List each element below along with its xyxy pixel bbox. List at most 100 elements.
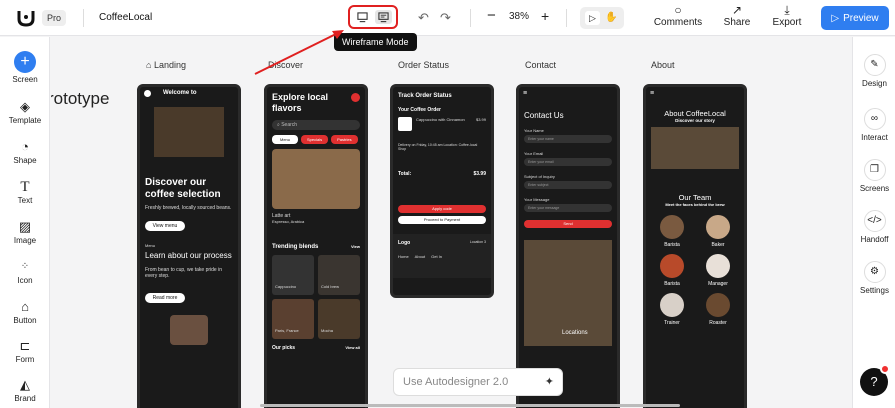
preview-label: Preview	[843, 12, 879, 24]
divider	[470, 9, 471, 27]
redo-icon[interactable]: ↷	[440, 10, 451, 26]
export-button[interactable]: ⤓ Export	[770, 4, 804, 28]
trending-card[interactable]: Mocha	[318, 299, 360, 339]
rightbar-item-screens[interactable]: ❐ Screens	[853, 159, 895, 193]
sidebar-item-image[interactable]: ▨ Image	[0, 220, 50, 246]
horizontal-scrollbar[interactable]	[260, 404, 680, 407]
team-member[interactable]: Trainer	[651, 293, 693, 326]
sparkle-icon[interactable]: ✦	[545, 375, 554, 388]
footer-link[interactable]: Home	[398, 254, 409, 259]
profile-dot-icon[interactable]	[351, 93, 360, 102]
name-field[interactable]: Enter your name	[524, 135, 612, 143]
view-mode-toggle	[348, 5, 398, 29]
chip-specials[interactable]: Specials	[301, 135, 329, 144]
sidebar-item-template[interactable]: ◈ Template	[0, 100, 50, 126]
team-member[interactable]: Manager	[697, 254, 739, 287]
screen-label-contact[interactable]: Contact	[525, 60, 556, 70]
apply-code-button[interactable]: Apply code	[398, 205, 486, 213]
footer-link[interactable]: About	[415, 254, 425, 259]
sidebar-item-button[interactable]: ⌂ Button	[0, 300, 50, 326]
email-field[interactable]: Enter your email	[524, 158, 612, 166]
rightbar-item-settings[interactable]: ⚙ Settings	[853, 261, 895, 295]
notification-dot	[880, 364, 890, 374]
search-input[interactable]: ⌕ Search	[272, 120, 360, 130]
subject-field[interactable]: Enter subject	[524, 181, 612, 189]
member-role: Baker	[711, 242, 725, 248]
screen-discover[interactable]: Explore local flavors ⌕ Search Menu Spec…	[264, 84, 368, 408]
rightbar-item-handoff[interactable]: </> Handoff	[853, 210, 895, 244]
footer-link[interactable]: Get In	[431, 254, 442, 259]
zoom-in-button[interactable]: +	[541, 8, 549, 24]
sidebar-item-label: Screen	[12, 75, 38, 84]
member-role: Trainer	[664, 320, 680, 326]
picks-view-all-link[interactable]: View all	[345, 345, 360, 351]
chip-menu[interactable]: Menu	[272, 135, 299, 144]
hamburger-icon[interactable]: ≡	[646, 87, 744, 97]
brand-icon: ◭	[20, 377, 30, 392]
trending-card[interactable]: Cold brew	[318, 255, 360, 295]
screen-about[interactable]: ≡ About CoffeeLocal Discover our story O…	[643, 84, 747, 408]
read-more-button[interactable]: Read more	[145, 293, 185, 303]
design-canvas[interactable]: rototype ⌂ Landing Discover Order Status…	[51, 37, 852, 408]
screen-contact[interactable]: ≡ Contact Us Your Name Enter your name Y…	[516, 84, 620, 408]
view-menu-button[interactable]: View menu	[145, 221, 185, 231]
about-image	[651, 127, 739, 169]
preview-button[interactable]: ▷ Preview	[821, 6, 889, 30]
proceed-payment-button[interactable]: Proceed to Payment	[398, 216, 486, 224]
divider	[83, 9, 84, 27]
landing-section-sub: From bean to cup, we take pride in every…	[145, 267, 222, 279]
zoom-out-button[interactable]: −	[487, 7, 496, 24]
question-icon: ?	[870, 374, 878, 389]
trending-card[interactable]: Cappuccino	[272, 255, 314, 295]
screen-label-order-status[interactable]: Order Status	[398, 60, 449, 70]
link-icon: ∞	[863, 108, 886, 130]
team-member[interactable]: Barista	[651, 215, 693, 248]
rightbar-item-label: Settings	[860, 286, 889, 295]
undo-icon[interactable]: ↶	[418, 10, 429, 26]
sidebar-item-brand[interactable]: ◭ Brand	[0, 377, 50, 404]
avatar	[706, 254, 730, 278]
hand-tool-icon[interactable]: ✋	[605, 11, 617, 25]
order-item-name: Cappuccino with Cinnamon	[416, 117, 465, 122]
sidebar-item-text[interactable]: T Text	[0, 180, 50, 206]
sidebar-item-label: Button	[13, 316, 37, 325]
team-grid: Barista Baker Barista Manager Trainer Ro…	[651, 215, 739, 326]
team-member[interactable]: Roaster	[697, 293, 739, 326]
zoom-level[interactable]: 38%	[509, 11, 529, 22]
pointer-tool-icon[interactable]: ▷	[585, 11, 600, 25]
send-button[interactable]: Send	[524, 220, 612, 228]
wireframe-mode-button[interactable]	[375, 10, 392, 24]
screen-order-status[interactable]: Track Order Status Your Coffee Order Cap…	[390, 84, 494, 298]
hamburger-icon[interactable]: ≡	[519, 87, 617, 97]
team-member[interactable]: Barista	[651, 254, 693, 287]
rightbar-item-label: Screens	[859, 184, 890, 193]
design-mode-button[interactable]	[354, 10, 371, 24]
rightbar-item-interact[interactable]: ∞ Interact	[853, 108, 895, 142]
discover-title: Explore local flavors	[272, 92, 329, 113]
app-logo-icon[interactable]	[16, 9, 36, 27]
landing-header-title: Welcome to	[163, 90, 197, 96]
screen-landing[interactable]: Welcome to Discover our coffee selection…	[137, 84, 241, 408]
team-member[interactable]: Baker	[697, 215, 739, 248]
trending-view-link[interactable]: View	[351, 244, 360, 250]
locations-title: Locations	[562, 330, 588, 336]
sidebar-item-form[interactable]: ⊏ Form	[0, 339, 50, 365]
comments-button[interactable]: ○ Comments	[652, 4, 704, 28]
share-button[interactable]: ↗ Share	[720, 4, 754, 28]
footer-logo: Logo	[398, 240, 411, 246]
screen-label-landing[interactable]: ⌂ Landing	[146, 60, 186, 70]
sidebar-item-icon[interactable]: ⁘ Icon	[0, 260, 50, 285]
delivery-note: Delivery on Friday, 10:45 am Location: C…	[398, 143, 478, 151]
trending-header: Trending blends View	[272, 244, 360, 250]
screen-label-about[interactable]: About	[651, 60, 675, 70]
autodesigner-input[interactable]: Use Autodesigner 2.0 ✦	[393, 368, 563, 396]
project-name[interactable]: CoffeeLocal	[99, 12, 152, 23]
comment-icon: ○	[674, 3, 682, 17]
rightbar-item-design[interactable]: ✎ Design	[853, 54, 895, 88]
sidebar-item-screen[interactable]: + Screen	[0, 51, 50, 84]
trending-card[interactable]: Paris, France	[272, 299, 314, 339]
sidebar-item-shape[interactable]: ◔ Shape	[0, 140, 50, 166]
latte-image	[272, 149, 360, 209]
chip-pastries[interactable]: Pastries	[331, 135, 358, 144]
message-field[interactable]: Enter your message	[524, 204, 612, 212]
